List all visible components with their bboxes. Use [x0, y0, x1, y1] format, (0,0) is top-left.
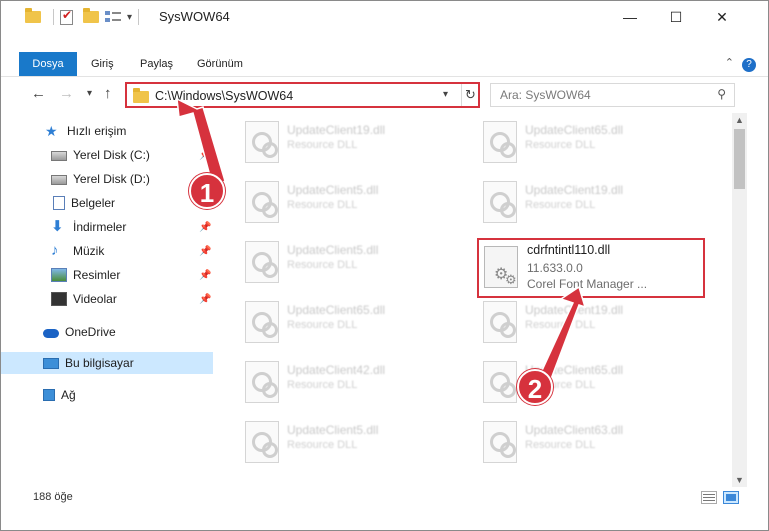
step-2-badge: 2 — [517, 369, 553, 405]
explorer-window: ▾ SysWOW64 — ☐ ✕ Dosya Giriş Paylaş Görü… — [0, 0, 769, 531]
arrow-2 — [537, 285, 587, 380]
callout-arrows — [176, 97, 587, 380]
step-1-badge: 1 — [189, 173, 225, 209]
